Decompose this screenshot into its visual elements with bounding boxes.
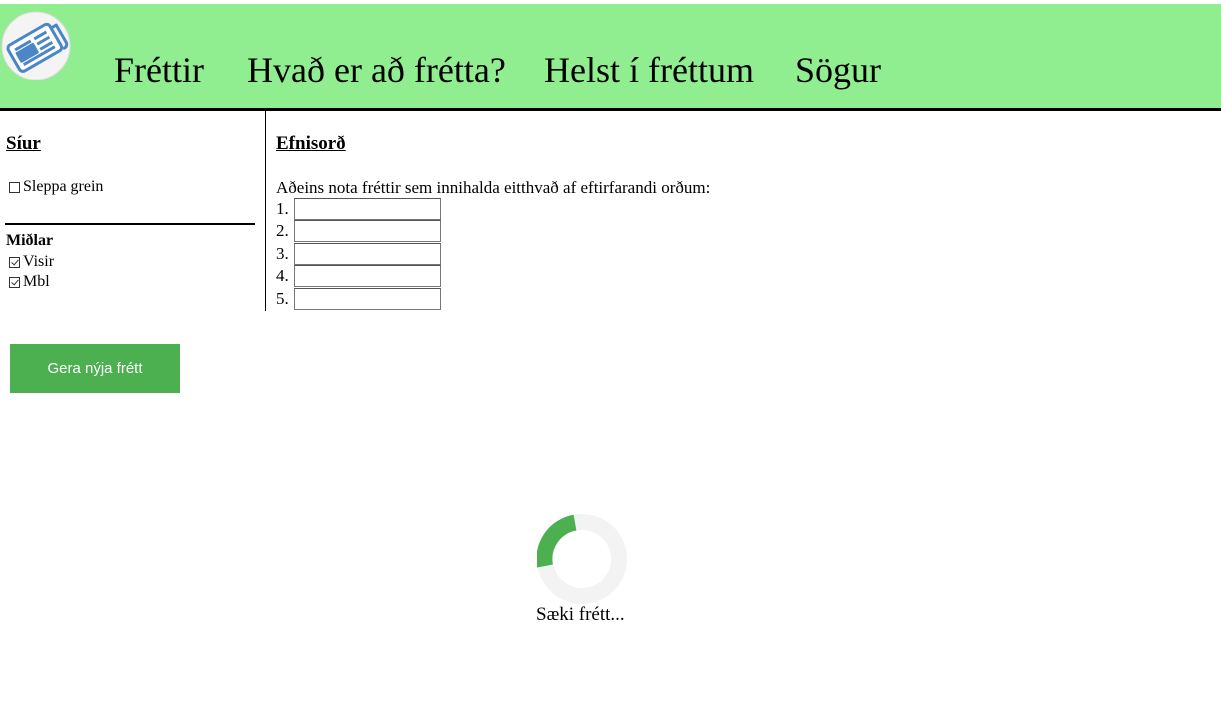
nav-item-sogur[interactable]: Sögur	[795, 48, 881, 92]
keyword-number: 5.	[276, 289, 289, 308]
keyword-row: 5.	[276, 288, 441, 310]
keyword-number: 2.	[276, 221, 289, 240]
filters-heading: Síur	[6, 133, 41, 154]
keyword-row: 1.	[276, 198, 441, 220]
skip-article-checkbox[interactable]	[9, 181, 20, 193]
keywords-panel: Efnisorð Aðeins nota fréttir sem innihal…	[266, 111, 1221, 311]
sidebar-divider	[5, 223, 255, 225]
loading-text: Sæki frétt...	[536, 604, 625, 625]
keywords-description: Aðeins nota fréttir sem innihalda eitthv…	[276, 178, 711, 197]
keyword-input-2[interactable]	[294, 220, 441, 242]
loading-spinner	[537, 514, 627, 604]
keyword-number: 3.	[276, 244, 289, 263]
keyword-row: 4.	[276, 265, 441, 287]
keyword-number: 1.	[276, 199, 289, 218]
media-heading: Miðlar	[6, 232, 54, 249]
keyword-input-5[interactable]	[294, 288, 441, 310]
keyword-input-4[interactable]	[294, 265, 441, 287]
nav-item-helst-i-frettum[interactable]: Helst í fréttum	[544, 48, 754, 92]
visir-label: Visir	[23, 253, 55, 270]
keywords-heading: Efnisorð	[276, 133, 346, 154]
visir-checkbox[interactable]	[9, 256, 20, 268]
mbl-label: Mbl	[23, 273, 50, 290]
keyword-input-3[interactable]	[294, 243, 441, 265]
create-article-button[interactable]: Gera nýja frétt	[10, 344, 180, 393]
keyword-number: 4.	[276, 266, 289, 285]
media-option-visir[interactable]: Visir	[9, 252, 54, 272]
skip-article-option[interactable]: Sleppa grein	[9, 177, 103, 197]
newspaper-icon[interactable]	[0, 8, 72, 80]
site-header: Fréttir Hvað er að frétta? Helst í frétt…	[0, 4, 1221, 111]
mbl-checkbox[interactable]	[9, 276, 20, 288]
nav-item-frettir[interactable]: Fréttir	[114, 48, 204, 92]
media-option-mbl[interactable]: Mbl	[9, 272, 50, 292]
keyword-row: 3.	[276, 243, 441, 265]
filters-sidebar: Síur Sleppa grein Miðlar Visir Mbl	[0, 111, 266, 311]
nav-item-hvad-er-ad-fretta[interactable]: Hvað er að frétta?	[247, 48, 506, 92]
keyword-input-1[interactable]	[294, 198, 441, 220]
skip-article-label: Sleppa grein	[23, 178, 104, 195]
keyword-row: 2.	[276, 220, 441, 242]
